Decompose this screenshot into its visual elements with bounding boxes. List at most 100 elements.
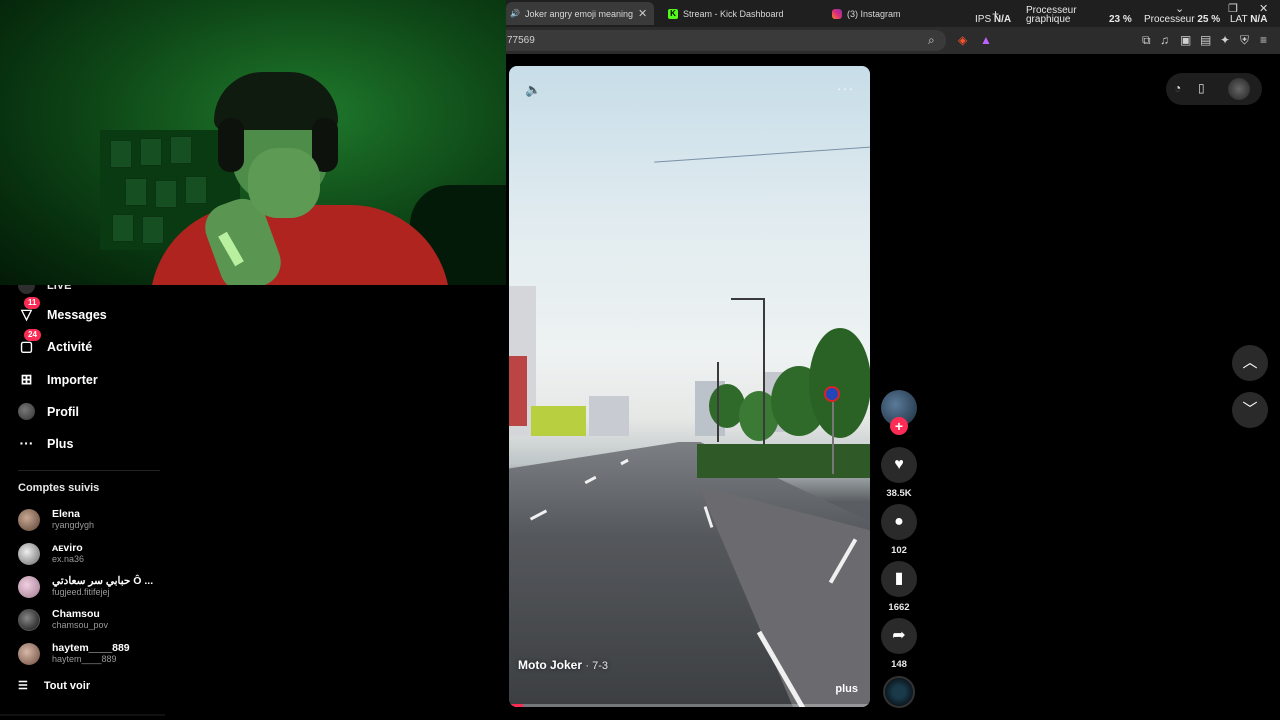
video-progress-fill — [509, 704, 524, 707]
comment-icon: ● — [881, 504, 917, 540]
poster — [110, 140, 132, 168]
tab-kick-dashboard[interactable]: K Stream - Kick Dashboard — [664, 2, 814, 25]
heart-icon: ♥ — [881, 447, 917, 483]
avatar — [18, 608, 40, 631]
user-avatar[interactable] — [1228, 78, 1250, 100]
share-button[interactable]: ➦ 148 — [881, 618, 917, 670]
paper-plane-icon: ▽ 11 — [18, 297, 41, 323]
phone-icon[interactable]: ▯ — [1198, 81, 1205, 95]
url-field[interactable]: 77569 — [506, 30, 946, 51]
music-icon[interactable]: ♫ — [1160, 33, 1169, 47]
hedge — [697, 444, 870, 478]
like-count: 38.5K — [886, 488, 912, 499]
sidebar-item-more[interactable]: ··· Plus — [18, 435, 74, 452]
avatar-icon — [18, 403, 35, 420]
speaker-icon: 🔊 — [510, 8, 520, 18]
messages-badge: 11 — [24, 297, 41, 309]
contrail — [654, 146, 870, 163]
avatar — [18, 508, 40, 531]
sidebar-item-messages[interactable]: ▽ 11 Messages — [18, 297, 107, 323]
gpu-stat: Processeur graphique — [1026, 5, 1077, 25]
minimize-icon[interactable]: ⌄ — [1175, 2, 1184, 15]
street-lamp — [731, 298, 763, 300]
fps-stat: IPS N/A — [975, 14, 1012, 25]
video-progress-bar[interactable] — [509, 704, 870, 707]
address-bar: 77569 ⌕ ◈ ▲ ⧉ ♫ ▣ ▤ ✦ ⛨ ≡ — [506, 27, 1280, 54]
comment-count: 102 — [891, 545, 907, 556]
no-parking-sign — [824, 386, 840, 402]
followed-accounts-title: Comptes suivis — [18, 482, 100, 494]
restore-icon[interactable]: ❐ — [1228, 2, 1238, 15]
plus-square-icon: ⊞ — [20, 371, 33, 387]
avatar — [18, 542, 40, 565]
webcam-overlay — [0, 0, 506, 285]
followed-account[interactable]: Chamsou chamsou_pov — [18, 608, 108, 631]
music-disc[interactable] — [883, 676, 915, 708]
share-arrow-icon: ➦ — [881, 618, 917, 654]
vpn-icon[interactable]: ⛨ — [1240, 33, 1249, 48]
avatar — [18, 575, 40, 598]
screen: 🔊 Joker angry emoji meaning: … ✕ K Strea… — [0, 0, 1280, 720]
see-all-button[interactable]: ☰ Tout voir — [18, 679, 90, 693]
tab-joker-emoji[interactable]: 🔊 Joker angry emoji meaning: … ✕ — [506, 2, 654, 25]
instagram-icon — [832, 8, 842, 19]
next-video-button[interactable]: ﹀ — [1232, 392, 1268, 428]
latency-stat: LAT N/A — [1230, 14, 1268, 25]
volume-icon[interactable]: 🔈 — [525, 82, 541, 98]
sidebar-item-upload[interactable]: ⊞ Importer — [18, 371, 98, 388]
poster — [125, 178, 147, 206]
followed-account[interactable]: Elena ryangdygh — [18, 508, 94, 531]
tab-label: Joker angry emoji meaning: … — [525, 8, 633, 19]
sidebar-item-profile[interactable]: Profil — [18, 403, 79, 420]
like-button[interactable]: ♥ 38.5K — [881, 447, 917, 499]
comment-button[interactable]: ● 102 — [881, 504, 917, 556]
poster — [140, 138, 162, 166]
followed-account[interactable]: حبابي سر سعادتي Ô ... fugjeed.fitifejej — [18, 575, 153, 598]
street-lamp — [717, 362, 719, 442]
tree — [809, 328, 870, 438]
menu-icon[interactable]: ≡ — [1260, 33, 1267, 47]
followed-account[interactable]: ᴀᴇviro ex.na36 — [18, 542, 84, 565]
headphone-left — [218, 118, 244, 172]
more-options-icon[interactable]: ··· — [837, 80, 854, 96]
activity-badge: 24 — [24, 329, 41, 341]
top-right-controls: ◔ ▯ — [1166, 73, 1262, 105]
wallet-icon[interactable]: ▤ — [1200, 33, 1211, 47]
more-description-button[interactable]: plus — [835, 683, 858, 695]
dots-icon: ··· — [19, 435, 34, 451]
divider — [0, 714, 165, 716]
building — [589, 396, 629, 436]
close-tab-icon[interactable]: ✕ — [638, 7, 647, 20]
share-count: 148 — [891, 659, 907, 670]
save-button[interactable]: ▮ 1662 — [881, 561, 917, 613]
close-window-icon[interactable]: ✕ — [1259, 2, 1268, 15]
cpu-stat: Processeur 25 % — [1144, 14, 1221, 25]
poster — [155, 180, 177, 208]
tab-label: (3) Instagram — [847, 8, 901, 19]
tab-label: Stream - Kick Dashboard — [683, 8, 784, 19]
ai-icon[interactable]: ✦ — [1220, 33, 1230, 47]
previous-video-button[interactable]: ︿ — [1232, 345, 1268, 381]
poster — [170, 136, 192, 164]
street-lamp — [763, 298, 765, 448]
extensions-icon[interactable]: ⧉ — [1142, 33, 1151, 48]
building — [509, 356, 527, 426]
compass-icon[interactable]: ◔ — [1174, 81, 1181, 95]
bookmark-icon: ▮ — [881, 561, 917, 597]
sidebar-toggle-icon[interactable]: ▣ — [1180, 33, 1191, 47]
avatar — [18, 642, 40, 665]
video-player[interactable]: 🔈 ··· Moto Joker · 7-3 plus — [509, 66, 870, 707]
follow-plus-icon[interactable]: + — [890, 417, 908, 435]
sidebar-item-activity[interactable]: ▢ 24 Activité — [18, 329, 92, 355]
tab-instagram[interactable]: (3) Instagram — [828, 2, 948, 25]
followed-account[interactable]: haytem____889 haytem____889 — [18, 642, 130, 665]
brave-shield-icon[interactable]: ◈ — [958, 33, 967, 47]
kick-icon: K — [668, 8, 678, 19]
sign-pole — [832, 402, 834, 474]
person-hand — [248, 148, 320, 218]
chevron-up-icon: ︿ — [1242, 354, 1258, 371]
video-author[interactable]: Moto Joker · 7-3 — [518, 658, 608, 672]
save-count: 1662 — [888, 602, 910, 613]
rewards-icon[interactable]: ▲ — [980, 33, 992, 47]
zoom-icon[interactable]: ⌕ — [928, 33, 935, 48]
